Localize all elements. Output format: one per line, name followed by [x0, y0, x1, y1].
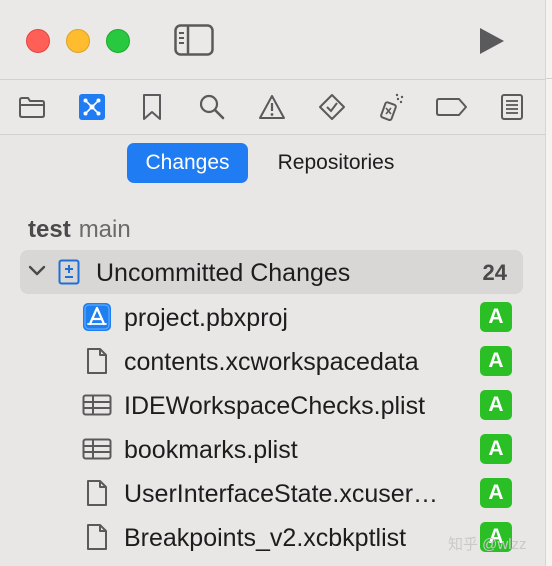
file-name: Breakpoints_v2.xcbkptlist: [124, 524, 407, 552]
repository-name: test: [28, 216, 71, 243]
find-navigator-tab[interactable]: [198, 93, 226, 121]
uncommitted-changes-row[interactable]: Uncommitted Changes 24: [20, 250, 523, 294]
folder-icon: [19, 97, 45, 118]
repositories-segment[interactable]: Repositories: [256, 143, 416, 183]
debug-icon: [380, 93, 404, 121]
test-icon: [319, 94, 345, 120]
bookmark-icon: [143, 94, 161, 120]
play-icon: [480, 28, 504, 54]
report-icon: [501, 94, 523, 120]
sidebar-toggle-button[interactable]: [174, 24, 214, 56]
breakpoint-icon: [436, 98, 467, 116]
sidebar-left-icon: [174, 24, 214, 56]
repository-header: test main: [28, 216, 131, 244]
branch-name: main: [78, 216, 131, 243]
source-control-icon: [79, 94, 105, 120]
file-name: contents.xcworkspacedata: [124, 348, 419, 376]
project-navigator-tab[interactable]: [18, 93, 46, 121]
table-icon: [82, 394, 112, 416]
breakpoint-navigator-tab[interactable]: [436, 93, 468, 121]
run-button[interactable]: [478, 26, 506, 56]
file-row[interactable]: bookmarks.plist A: [0, 427, 545, 471]
document-icon: [87, 480, 107, 506]
chevron-down-icon[interactable]: [28, 264, 46, 278]
table-icon: [82, 438, 112, 460]
file-name: UserInterfaceState.xcuser…: [124, 480, 439, 508]
file-name: IDEWorkspaceChecks.plist: [124, 392, 426, 420]
issue-navigator-tab[interactable]: [258, 93, 286, 121]
debug-navigator-tab[interactable]: [378, 93, 406, 121]
changes-segment[interactable]: Changes: [127, 143, 248, 183]
bookmark-navigator-tab[interactable]: [138, 93, 166, 121]
file-row[interactable]: contents.xcworkspacedata A: [0, 339, 545, 383]
report-navigator-tab[interactable]: [498, 93, 526, 121]
added-status-badge: A: [480, 478, 512, 508]
added-status-badge: A: [480, 434, 512, 464]
added-status-badge: A: [480, 390, 512, 420]
diff-document-icon: [58, 259, 80, 285]
document-icon: [87, 348, 107, 374]
file-row[interactable]: UserInterfaceState.xcuser… A: [0, 471, 545, 515]
close-window-button[interactable]: [26, 29, 50, 53]
file-row[interactable]: IDEWorkspaceChecks.plist A: [0, 383, 545, 427]
zoom-window-button[interactable]: [106, 29, 130, 53]
added-status-badge: A: [480, 302, 512, 332]
minimize-window-button[interactable]: [66, 29, 90, 53]
change-count: 24: [482, 260, 507, 285]
watermark: 知乎 @wlzz: [448, 536, 527, 553]
source-control-navigator-tab[interactable]: [78, 93, 106, 121]
file-name: project.pbxproj: [124, 304, 288, 332]
uncommitted-changes-label: Uncommitted Changes: [96, 259, 351, 287]
navigator-bar: [0, 80, 545, 135]
adjacent-pane-edge: [545, 0, 552, 566]
title-bar: [0, 0, 545, 80]
search-icon: [199, 94, 225, 120]
file-name: bookmarks.plist: [124, 436, 298, 464]
added-status-badge: A: [480, 346, 512, 376]
file-row[interactable]: project.pbxproj A: [0, 295, 545, 339]
xcode-project-icon: [83, 303, 111, 331]
document-icon: [87, 524, 107, 550]
test-navigator-tab[interactable]: [318, 93, 346, 121]
warning-icon: [259, 95, 285, 119]
